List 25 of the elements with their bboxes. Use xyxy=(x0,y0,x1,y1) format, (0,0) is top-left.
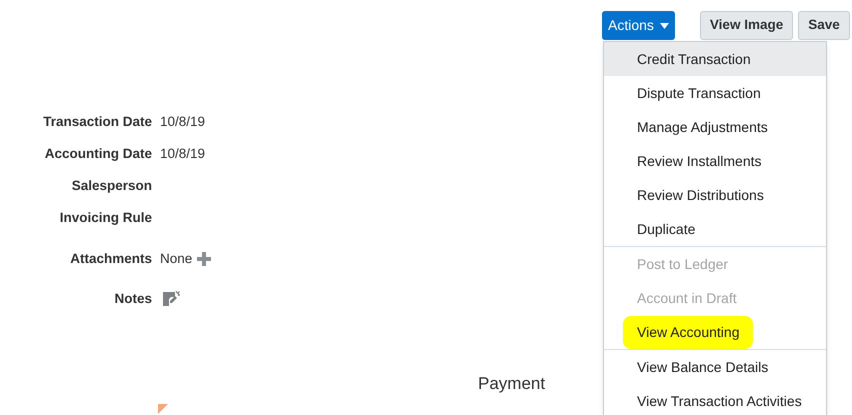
field-label: Accounting Date xyxy=(44,144,152,163)
add-icon[interactable] xyxy=(196,251,212,267)
toolbar-button[interactable]: Save xyxy=(798,11,850,40)
field-value: 10/8/19 xyxy=(160,144,206,163)
menu-item[interactable]: Review Installments xyxy=(604,144,826,178)
caret-icon xyxy=(660,22,669,28)
menu-item[interactable]: View Transaction Activities xyxy=(604,384,826,415)
actions-button[interactable]: Actions xyxy=(602,11,675,40)
menu-item[interactable]: Credit Transaction xyxy=(604,42,826,76)
toolbar-button[interactable]: View Image xyxy=(700,11,794,40)
field-label: Attachments xyxy=(69,250,152,268)
menu-item[interactable]: Duplicate xyxy=(604,212,826,246)
menu-item[interactable]: Manage Adjustments xyxy=(604,110,826,144)
field-label: Invoicing Rule xyxy=(58,208,152,227)
field-label: Salesperson xyxy=(70,176,152,195)
field-label: Notes xyxy=(113,290,152,308)
menu-item[interactable]: Review Distributions xyxy=(604,178,826,212)
field-value: None xyxy=(160,250,192,268)
section-title: Payment xyxy=(478,374,546,393)
menu-item[interactable]: Dispute Transaction xyxy=(604,76,826,110)
marker-icon xyxy=(158,404,168,414)
field-label: Transaction Date xyxy=(42,112,152,131)
note-icon[interactable] xyxy=(162,290,180,308)
menu-item[interactable]: View Balance Details xyxy=(604,350,826,384)
field-value: 10/8/19 xyxy=(160,112,206,131)
